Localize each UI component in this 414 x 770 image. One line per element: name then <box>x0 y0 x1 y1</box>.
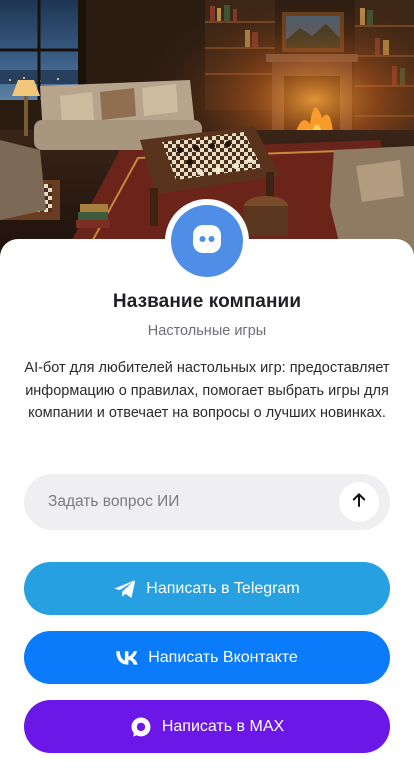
company-name: Название компании <box>112 291 302 312</box>
send-button[interactable] <box>339 482 379 522</box>
company-category: Настольные игры <box>147 323 267 339</box>
max-button-label: Написать в MAX <box>161 717 285 735</box>
max-button[interactable]: Написать в MAX <box>24 700 390 753</box>
ask-ai-input[interactable] <box>48 474 348 530</box>
ask-ai-field <box>24 474 390 530</box>
vk-button[interactable]: Написать Вконтакте <box>24 631 390 684</box>
arrow-up-icon <box>350 491 368 514</box>
telegram-icon <box>114 578 136 600</box>
chat-bot-icon <box>189 221 225 262</box>
telegram-button-label: Написать в Telegram <box>146 579 300 597</box>
max-icon <box>130 716 152 738</box>
vk-button-label: Написать Вконтакте <box>148 648 298 666</box>
vk-icon <box>116 647 138 669</box>
telegram-button[interactable]: Написать в Telegram <box>24 562 390 615</box>
avatar <box>171 205 243 277</box>
company-description: AI-бот для любителей настольных игр: пре… <box>24 360 390 421</box>
